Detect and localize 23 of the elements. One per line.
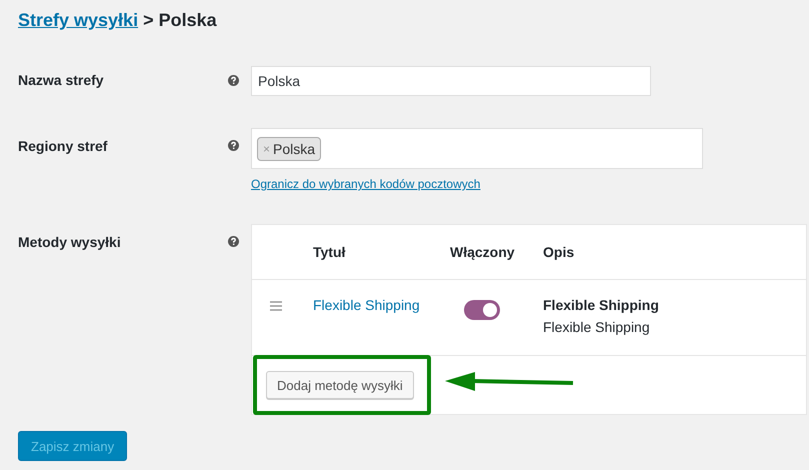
enabled-toggle[interactable] (464, 300, 500, 320)
column-header: Włączony (450, 244, 516, 260)
help-icon (228, 75, 239, 86)
region-tag[interactable]: × Polska (257, 136, 322, 160)
zone-name-field[interactable]: Polska (251, 66, 651, 96)
method-title-link[interactable]: Flexible Shipping (313, 297, 420, 313)
field-label: Nazwa strefy (18, 71, 105, 88)
method-description-title: Flexible Shipping (543, 297, 660, 313)
help-icon (228, 236, 239, 247)
help-icon (228, 140, 239, 151)
tag-label: Polska (273, 140, 316, 156)
breadcrumb-link[interactable]: Strefy wysyłki (18, 10, 138, 31)
drag-handle-icon[interactable] (270, 301, 282, 311)
method-description: Flexible Shipping (543, 319, 651, 335)
breadcrumb-separator: > (143, 10, 154, 31)
add-method-button[interactable]: Dodaj metodę wysyłki (266, 371, 414, 399)
postcode-link[interactable]: Ogranicz do wybranych kodów pocztowych (251, 177, 480, 191)
breadcrumb-current: Polska (158, 10, 217, 31)
region-field[interactable]: × Polska (251, 128, 703, 169)
column-header: Opis (543, 244, 576, 260)
field-label: Regiony stref (18, 137, 108, 154)
column-header: Tytuł (313, 244, 346, 260)
field-label: Metody wysyłki (18, 233, 122, 250)
